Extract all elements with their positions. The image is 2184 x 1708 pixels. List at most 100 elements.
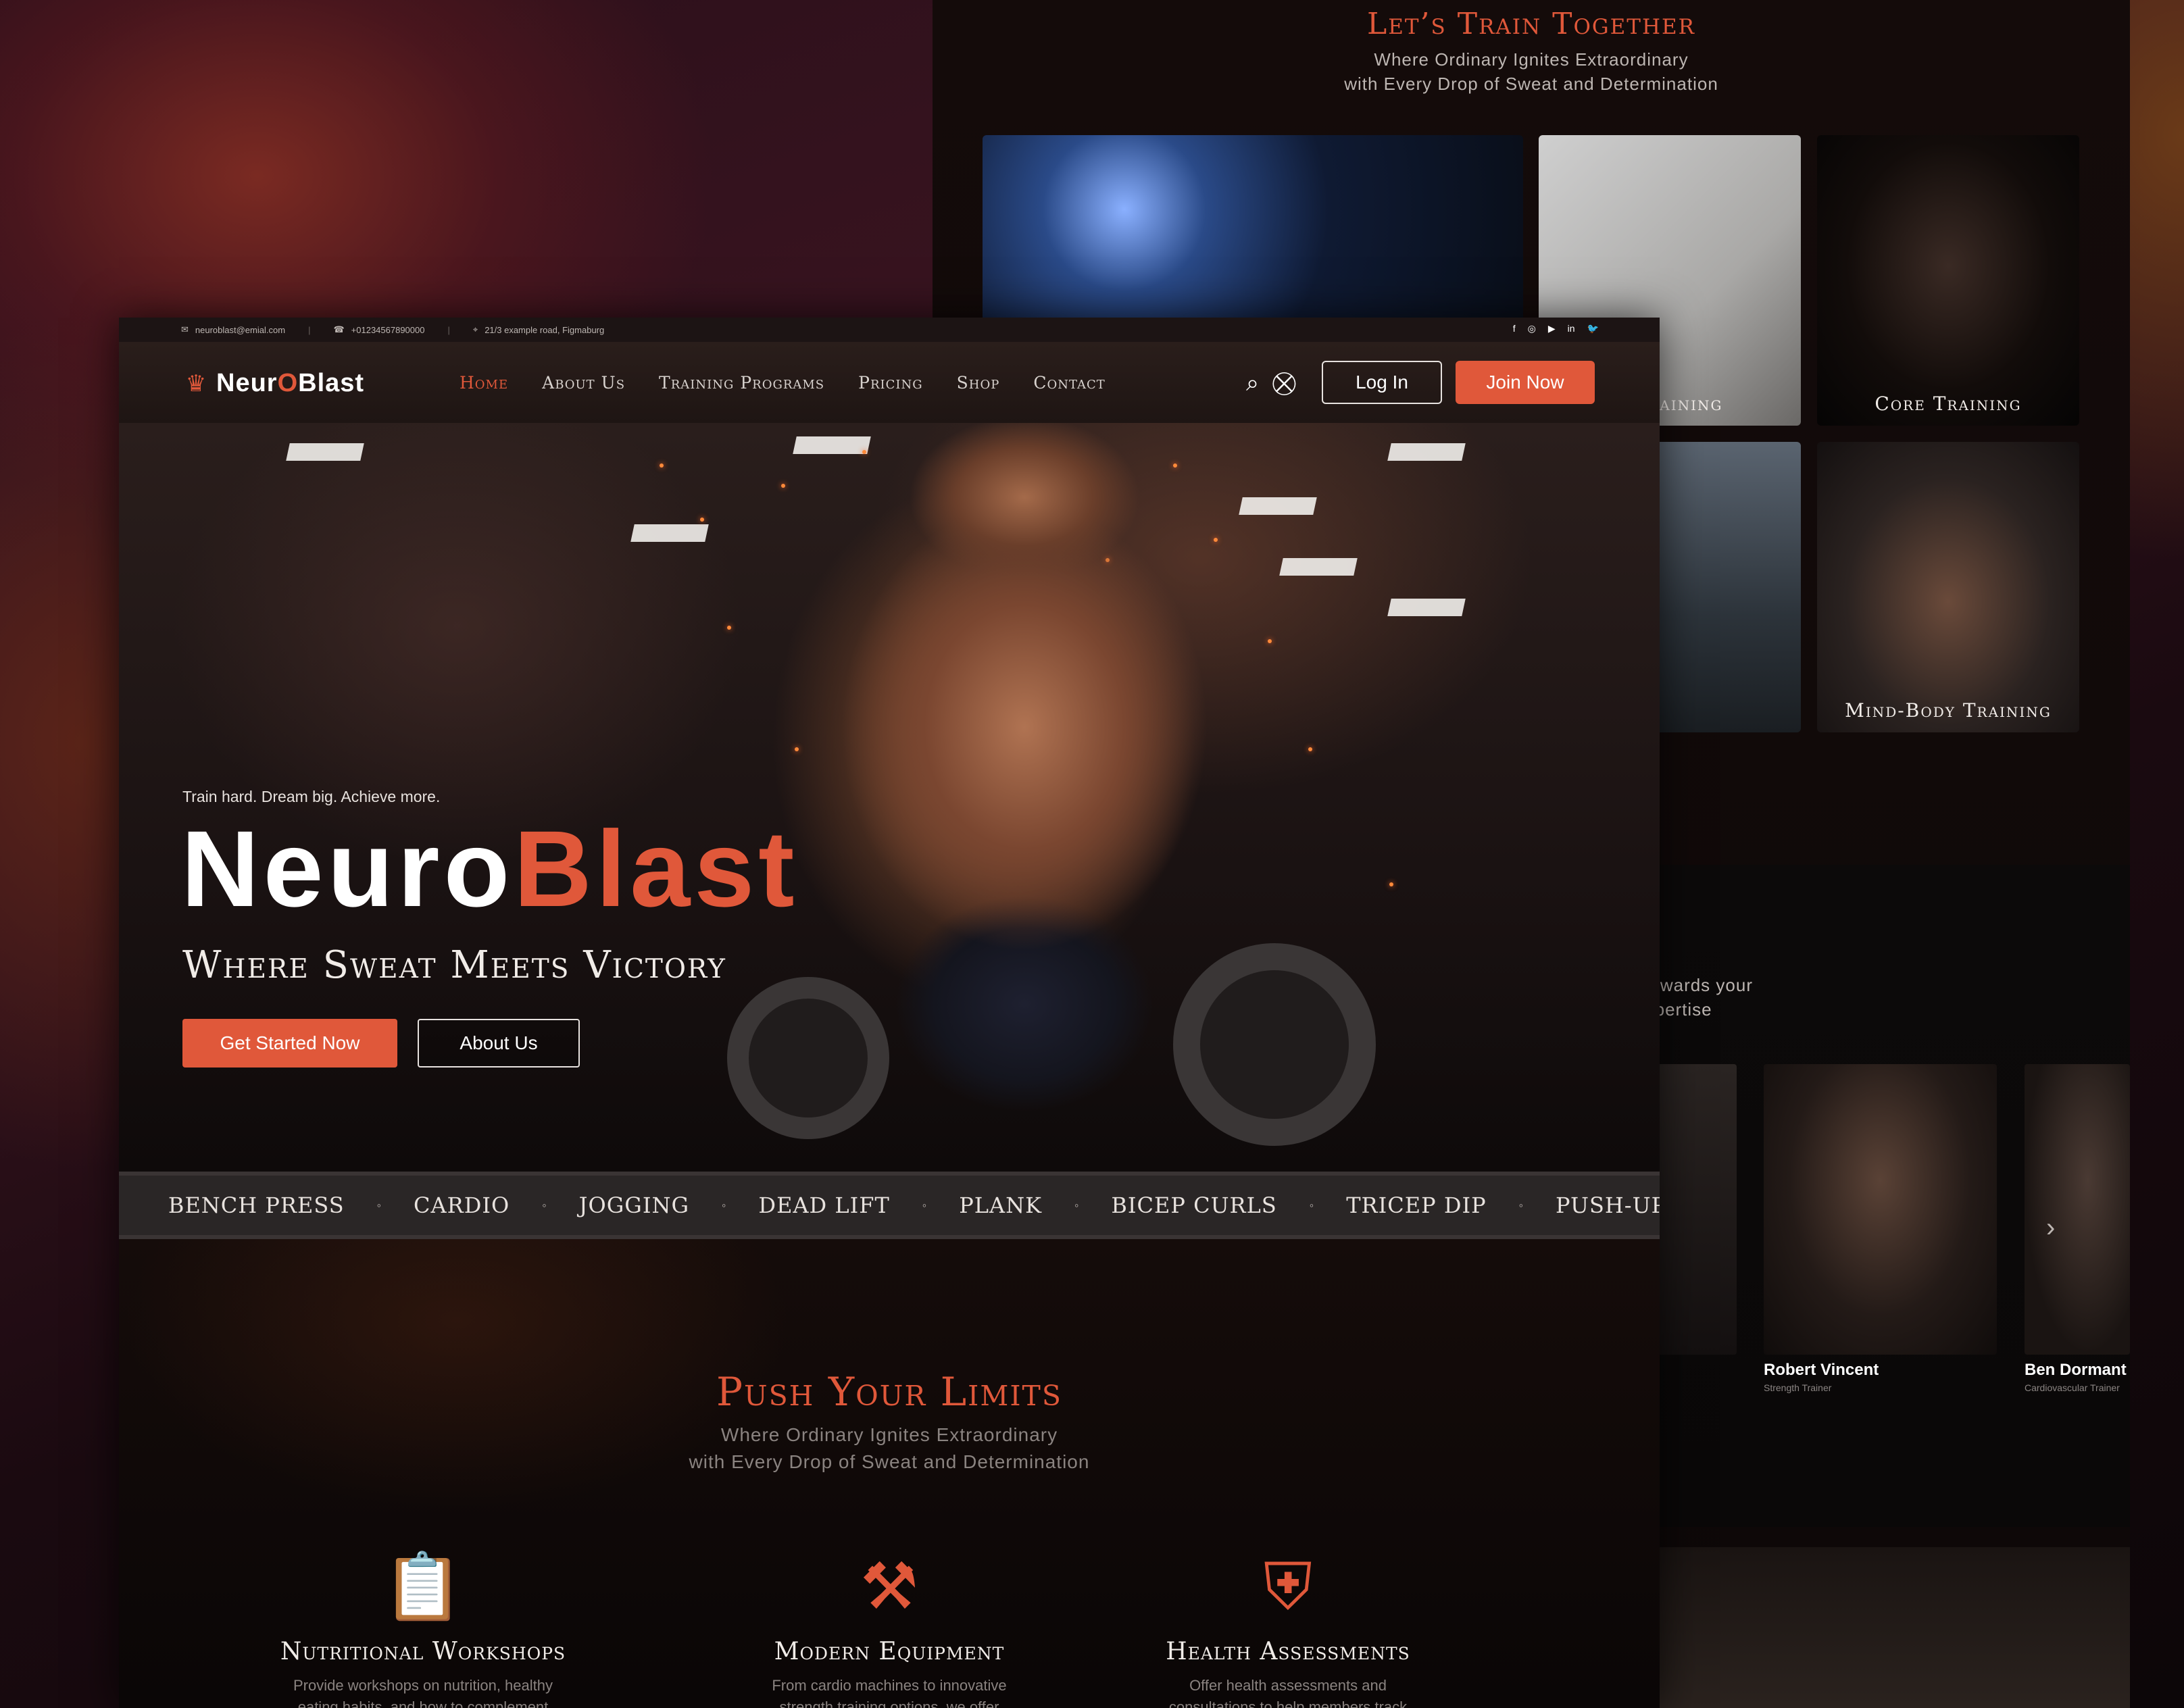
location-pin-icon: ⌖ [472,324,478,334]
gallery-card[interactable]: Core Training [1817,135,2079,426]
desc-line: consultations to help members track [1168,1699,1408,1708]
trainer-card[interactable] [2025,1064,2130,1355]
subtitle-line: with Every Drop of Sweat and Determinati… [689,1451,1090,1472]
section-title: Push Your Limits [716,1369,1062,1415]
clipboard-icon: 📋 [382,1551,464,1623]
trainer-role: Strength Trainer [1764,1382,1832,1393]
nav-home[interactable]: Home [460,373,508,393]
trainer-name: Ben Dormant [2025,1361,2127,1379]
phone-text: +01234567890000 [351,324,425,335]
spark [1389,882,1393,886]
nav-contact[interactable]: Contact [1033,373,1105,393]
facebook-icon[interactable]: f [1513,323,1516,334]
trainer-card[interactable] [1764,1064,1997,1355]
weight-plate [727,977,889,1139]
feature-card: ⚒ Modern Equipment From cardio machines … [700,1550,1078,1708]
dumbbell-icon: ⚒ [860,1551,919,1623]
spark [795,747,799,751]
ceiling-light [1387,599,1466,616]
nav-pricing[interactable]: Pricing [858,373,923,393]
weight-plate [1173,943,1376,1146]
search-icon[interactable]: ⌕ [1246,370,1259,397]
section-title: Let’s Train Together [1366,7,1695,41]
address-text: 21/3 example road, Figmaburg [485,324,605,335]
logo[interactable]: ♛ NeurOBlast [182,369,364,398]
feature-title: Modern Equipment [774,1638,1005,1665]
phone-item[interactable]: ☎ +01234567890000 [333,324,424,335]
desc-line: strength training options, we offer [779,1699,999,1708]
trainer-name: Robert Vincent [1764,1361,1879,1379]
desc-line: eating habits, and how to complement [297,1699,549,1708]
desc-line: Provide workshops on nutrition, healthy [293,1677,553,1694]
logo-icon: ♛ [185,370,207,397]
ticker-item: PUSH-UPS [1556,1192,1660,1218]
nav-menu: Home About Us Training Programs Pricing … [460,342,1106,423]
email-item[interactable]: ✉ neuroblast@emial.com [181,324,285,335]
gallery-card[interactable]: Mind-Body Training [1817,442,2079,732]
divider: | [447,324,450,335]
hero-section: Train hard. Dream big. Achieve more. Neu… [119,423,1660,1172]
nav-training-programs[interactable]: Training Programs [659,373,824,393]
join-now-button[interactable]: Join Now [1456,361,1595,404]
ticker-dot: ◦ [1518,1198,1524,1212]
gallery-caption: Core Training [1875,393,2022,415]
ticker-item: JOGGING [578,1192,690,1218]
ticker-track: S​ BENCH PRESS◦ CARDIO◦ JOGGING◦ DEAD LI… [119,1176,1660,1235]
feature-title: Health Assessments [1166,1638,1410,1665]
feature-desc: Provide workshops on nutrition, healthy … [234,1675,612,1708]
feature-card: 📋 Nutritional Workshops Provide workshop… [234,1550,612,1708]
trainer-role: Cardiovascular Trainer [2025,1382,2120,1393]
ticker-item: CARDIO [414,1192,510,1218]
ticker-dot: ◦ [1309,1198,1314,1212]
about-us-button[interactable]: About Us [418,1019,580,1068]
logo-text: NeurOBlast [216,369,364,398]
ticker-item: PLANK [959,1192,1042,1218]
feature-desc: Offer health assessments and consultatio… [1099,1675,1477,1708]
ticker-item: TRICEP DIP [1346,1192,1487,1218]
gallery-caption: Mind-Body Training [1845,699,2052,722]
feature-card: ⛨ Health Assessments Offer health assess… [1099,1550,1477,1708]
ceiling-light [1279,558,1358,576]
basket-icon[interactable]: ⛒ [1272,370,1296,397]
ticker-dot: ◦ [542,1198,547,1212]
subtitle-line: with Every Drop of Sweat and Determinati… [1344,74,1718,94]
instagram-icon[interactable]: ◎ [1528,323,1536,334]
exercise-ticker: S​ BENCH PRESS◦ CARDIO◦ JOGGING◦ DEAD LI… [119,1172,1660,1239]
nav-icons: ⌕ ⛒ [1246,370,1296,397]
logo-part: Blast [298,369,365,397]
hero-slogan: Where Sweat Meets Victory [182,943,726,987]
get-started-button[interactable]: Get Started Now [182,1019,397,1068]
feature-desc: From cardio machines to innovative stren… [700,1675,1078,1708]
ticker-dot: ◦ [722,1198,726,1212]
twitter-icon[interactable]: 🐦 [1587,323,1599,334]
main-navbar: ♛ NeurOBlast Home About Us Training Prog… [119,342,1660,423]
feature-title: Nutritional Workshops [280,1638,566,1665]
ticker-dot: ◦ [376,1198,382,1212]
email-text: neuroblast@emial.com [195,324,286,335]
login-button[interactable]: Log In [1322,361,1442,404]
shield-icon: ⛨ [1264,1551,1312,1623]
social-links: f ◎ ▶ in 🐦 [1513,323,1599,334]
spark [727,626,731,630]
logo-part: Neur [216,369,278,397]
ticker-item: BENCH PRESS [168,1192,345,1218]
carousel-next-icon[interactable]: › [2046,1213,2055,1243]
linkedin-icon[interactable]: in [1568,323,1575,334]
ticker-dot: ◦ [1074,1198,1079,1212]
desc-line: From cardio machines to innovative [772,1677,1007,1694]
spark [1308,747,1312,751]
nav-shop[interactable]: Shop [957,373,1000,393]
section-subtitle: Where Ordinary Ignites Extraordinary wit… [119,1422,1660,1476]
spark [700,518,704,522]
address-item: ⌖ 21/3 example road, Figmaburg [473,324,604,335]
contact-topbar: ✉ neuroblast@emial.com | ☎ +012345678900… [119,318,1660,342]
nav-about-us[interactable]: About Us [542,373,625,393]
youtube-icon[interactable]: ▶ [1548,323,1556,334]
logo-part: O [277,369,299,397]
ticker-item: DEAD LIFT [758,1192,890,1218]
mail-icon: ✉ [181,324,189,334]
push-limits-section: Push Your Limits Where Ordinary Ignites … [119,1239,1660,1708]
ceiling-light [286,443,364,461]
brand-part: Blast [514,808,799,929]
hero-tagline: Train hard. Dream big. Achieve more. [182,788,441,805]
